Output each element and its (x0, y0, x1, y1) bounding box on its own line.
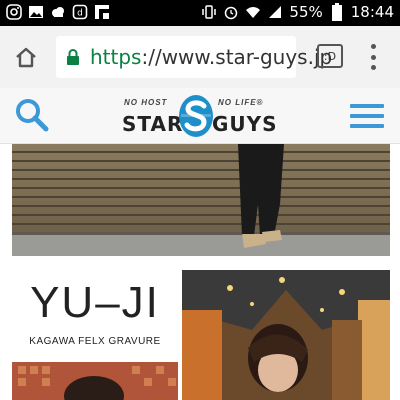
search-button[interactable] (14, 97, 50, 133)
logo-word-star: STAR (122, 112, 184, 136)
vibrate-icon (201, 4, 217, 20)
alarm-icon (223, 4, 239, 20)
card-title: YU–JI (30, 278, 160, 327)
home-button[interactable] (10, 42, 42, 74)
battery-percent: 55% (289, 3, 323, 21)
address-bar[interactable]: https://www.star-guys.jp (56, 36, 332, 78)
home-icon (16, 47, 36, 68)
logo-word-guys: GUYS (212, 112, 278, 136)
browser-toolbar: https://www.star-guys.jp :D (0, 26, 400, 88)
instagram-icon (6, 4, 22, 20)
lock-icon (66, 49, 80, 65)
tab-switcher-button[interactable]: :D (317, 44, 343, 68)
svg-text:d: d (77, 9, 83, 19)
logo-tagline-right: NO LIFE® (218, 98, 264, 107)
hamburger-menu-button[interactable] (350, 104, 384, 128)
overflow-menu-button[interactable] (368, 44, 378, 70)
signal-icon (267, 4, 283, 20)
system-indicators: 55% 18:44 (201, 3, 394, 21)
search-icon (16, 99, 49, 132)
card-photo-right[interactable] (182, 270, 390, 400)
status-bar: d 55% 18:44 (0, 0, 400, 26)
clock: 18:44 (350, 3, 394, 21)
photo-icon: d (72, 4, 88, 20)
wifi-icon (245, 4, 261, 20)
card-subtitle: KAGAWA FELX GRAVURE (29, 336, 161, 347)
image-icon (28, 4, 44, 20)
url-host: ://www.star-guys.jp (141, 45, 333, 69)
url-text: https://www.star-guys.jp (90, 45, 332, 69)
battery-icon (329, 3, 345, 21)
card-photo-left[interactable] (12, 362, 178, 400)
hero-photo[interactable] (12, 144, 390, 256)
logo-s-mark (179, 95, 213, 137)
notification-icons: d (6, 4, 110, 20)
url-scheme: https (90, 45, 142, 69)
flipboard-icon (94, 4, 110, 20)
cloud-icon (50, 4, 66, 20)
site-header: NO HOST NO LIFE® STAR GUYS (0, 88, 400, 144)
logo-tagline-left: NO HOST (124, 98, 168, 107)
site-logo[interactable]: NO HOST NO LIFE® STAR GUYS (118, 94, 284, 138)
